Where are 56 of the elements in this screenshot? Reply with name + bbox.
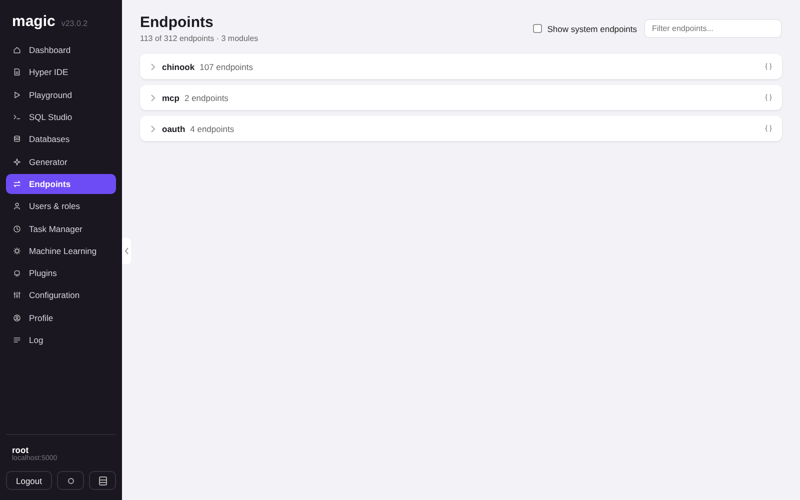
sidebar-item[interactable]: Generator <box>6 151 116 172</box>
sidebar-item[interactable]: Playground <box>6 84 116 105</box>
plug-icon <box>13 269 21 278</box>
braces-icon <box>765 63 772 70</box>
module-row[interactable]: mcp 2 endpoints <box>140 85 782 110</box>
sidebar-item[interactable]: Configuration <box>6 285 116 306</box>
terminal-icon <box>13 113 21 122</box>
collapse-handle[interactable] <box>122 238 131 264</box>
sidebar-item[interactable]: Databases <box>6 129 116 150</box>
subtitle-text: 113 of 312 endpoints · 3 modules <box>140 34 258 43</box>
checkbox[interactable] <box>533 24 542 33</box>
braces-icon <box>765 125 772 132</box>
chip-icon <box>13 246 21 255</box>
sidebar-item[interactable]: Dashboard <box>6 40 116 60</box>
sidebar-item[interactable]: Users & roles <box>6 196 116 216</box>
module-row[interactable]: oauth 4 endpoints <box>140 116 782 141</box>
page-title: Endpoints <box>140 14 214 31</box>
theme-button[interactable] <box>57 471 84 490</box>
checkbox-label: Show system endpoints <box>547 24 637 34</box>
endpoint-count: 107 endpoints <box>200 62 254 72</box>
play-icon <box>13 90 21 99</box>
chevron-icon <box>150 94 156 102</box>
layout-button[interactable] <box>89 471 116 490</box>
filter-field[interactable]: Filter endpoints... <box>644 19 782 38</box>
document-icon <box>13 68 21 76</box>
logo-text: magic <box>12 13 56 30</box>
braces-icon <box>765 94 772 101</box>
database-icon <box>13 135 21 144</box>
sidebar-item[interactable]: SQL Studio <box>6 106 116 128</box>
sidebar-item[interactable]: Machine Learning <box>6 240 116 261</box>
home-icon <box>13 46 21 54</box>
endpoint-count: 4 endpoints <box>190 124 234 134</box>
version-text: v23.0.2 <box>61 19 88 28</box>
module-name: mcp <box>162 92 180 102</box>
user-name: root <box>11 445 29 455</box>
chevron-icon <box>150 62 156 70</box>
module-name: chinook <box>162 62 195 72</box>
chevron-icon <box>150 124 156 132</box>
user-icon <box>13 202 21 210</box>
endpoint-count: 2 endpoints <box>184 92 228 102</box>
profile-icon <box>13 314 21 322</box>
sidebar-item[interactable]: Log <box>6 330 116 350</box>
sidebar-item[interactable]: Endpoints <box>6 174 116 194</box>
lines-icon <box>13 336 21 344</box>
module-name: oauth <box>162 124 186 134</box>
arrows-icon <box>13 180 21 188</box>
panel-icon <box>98 476 108 486</box>
sidebar-item[interactable]: Hyper IDE <box>6 62 116 83</box>
clock-icon <box>13 224 21 233</box>
sparkle-icon <box>13 158 21 166</box>
module-row[interactable]: chinook 107 endpoints <box>140 54 782 79</box>
logout-button[interactable]: Logout <box>6 471 52 490</box>
sidebar-item[interactable]: Profile <box>6 308 116 328</box>
sidebar-item[interactable]: Task Manager <box>6 218 116 239</box>
sidebar-item[interactable]: Plugins <box>6 262 116 284</box>
sliders-icon <box>13 291 21 300</box>
